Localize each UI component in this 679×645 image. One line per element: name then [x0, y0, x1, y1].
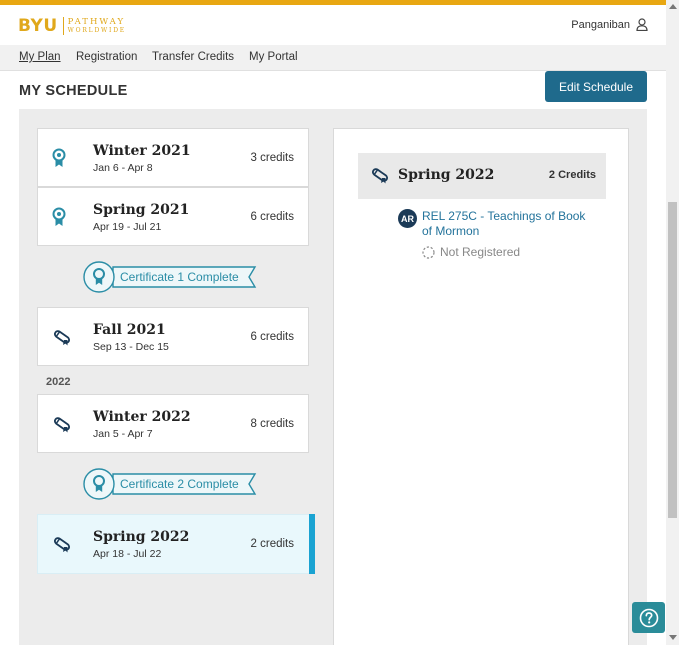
help-button[interactable] — [632, 602, 665, 633]
term-card-spring-2022[interactable]: Spring 2022 Apr 18 - Jul 22 2 credits — [37, 514, 315, 574]
year-label: 2022 — [46, 376, 71, 388]
logo-wordmark: PATHWAY WORLDWIDE — [68, 18, 126, 35]
logo-divider — [62, 17, 64, 35]
certificate-label: Certificate 1 Complete — [120, 270, 239, 284]
certificate-label: Certificate 2 Complete — [120, 477, 239, 491]
help-question-icon — [639, 608, 658, 627]
nav-transfer-credits[interactable]: Transfer Credits — [152, 51, 234, 63]
user-name: Panganiban — [571, 18, 630, 31]
edit-schedule-button[interactable]: Edit Schedule — [545, 71, 647, 102]
scroll-up-arrow-icon[interactable] — [669, 4, 677, 9]
term-credits: 2 credits — [250, 538, 294, 550]
term-dates: Apr 18 - Jul 22 — [93, 548, 162, 560]
certificate-ribbon-icon — [52, 207, 66, 226]
term-detail-panel: Spring 2022 2 Credits AR REL 275C - Teac… — [333, 128, 629, 645]
main-nav: My Plan Registration Transfer Credits My… — [0, 45, 666, 71]
certificate-ribbon-icon — [52, 148, 66, 167]
scroll-down-arrow-icon[interactable] — [669, 635, 677, 640]
term-name: Spring 2021 — [93, 202, 190, 218]
certificate-2-banner: Certificate 2 Complete — [83, 468, 263, 500]
course-status-text: Not Registered — [440, 245, 521, 259]
logo-line1: PATHWAY — [67, 16, 126, 27]
nav-my-portal[interactable]: My Portal — [249, 51, 298, 63]
term-card-winter-2022[interactable]: Winter 2022 Jan 5 - Apr 7 8 credits — [37, 394, 309, 453]
term-dates: Jan 5 - Apr 7 — [93, 428, 153, 440]
logo-line2: WORLDWIDE — [67, 27, 126, 35]
term-card-spring-2021[interactable]: Spring 2021 Apr 19 - Jul 21 6 credits — [37, 187, 309, 246]
detail-term-name: Spring 2022 — [398, 167, 495, 183]
term-name: Winter 2021 — [93, 143, 191, 159]
diploma-icon — [54, 416, 70, 432]
term-dates: Apr 19 - Jul 21 — [93, 221, 162, 233]
course-status: Not Registered — [422, 245, 520, 259]
byu-pathway-logo[interactable]: BYU PATHWAY WORLDWIDE — [18, 16, 126, 36]
term-name: Spring 2022 — [93, 529, 190, 545]
term-name: Winter 2022 — [93, 409, 191, 425]
diploma-icon — [54, 329, 70, 345]
term-name: Fall 2021 — [93, 322, 166, 338]
term-dates: Jan 6 - Apr 8 — [93, 162, 153, 174]
term-dates: Sep 13 - Dec 15 — [93, 341, 169, 353]
term-card-fall-2021[interactable]: Fall 2021 Sep 13 - Dec 15 6 credits — [37, 307, 309, 366]
course-link[interactable]: REL 275C - Teachings of Book of Mormon — [422, 209, 598, 239]
nav-registration[interactable]: Registration — [76, 51, 137, 63]
header: BYU PATHWAY WORLDWIDE Panganiban — [0, 5, 666, 45]
page-title: MY SCHEDULE — [19, 83, 128, 99]
user-menu[interactable]: Panganiban — [571, 18, 648, 31]
term-card-winter-2021[interactable]: Winter 2021 Jan 6 - Apr 8 3 credits — [37, 128, 309, 187]
logo-byu-text: BYU — [18, 16, 58, 36]
diploma-icon — [372, 168, 388, 184]
selected-indicator — [309, 514, 315, 574]
course-badge: AR — [398, 209, 417, 228]
term-credits: 3 credits — [250, 151, 294, 164]
diploma-icon — [54, 537, 70, 553]
term-credits: 6 credits — [250, 330, 294, 343]
certificate-1-banner: Certificate 1 Complete — [83, 261, 263, 293]
dashed-circle-icon — [422, 245, 435, 259]
scroll-thumb[interactable] — [668, 202, 677, 518]
user-icon — [636, 18, 648, 31]
term-credits: 6 credits — [250, 210, 294, 223]
nav-my-plan[interactable]: My Plan — [19, 51, 61, 63]
term-credits: 8 credits — [250, 417, 294, 430]
page-scrollbar[interactable] — [666, 0, 679, 645]
detail-term-credits: 2 Credits — [548, 169, 596, 181]
term-detail-header: Spring 2022 2 Credits — [358, 153, 606, 199]
